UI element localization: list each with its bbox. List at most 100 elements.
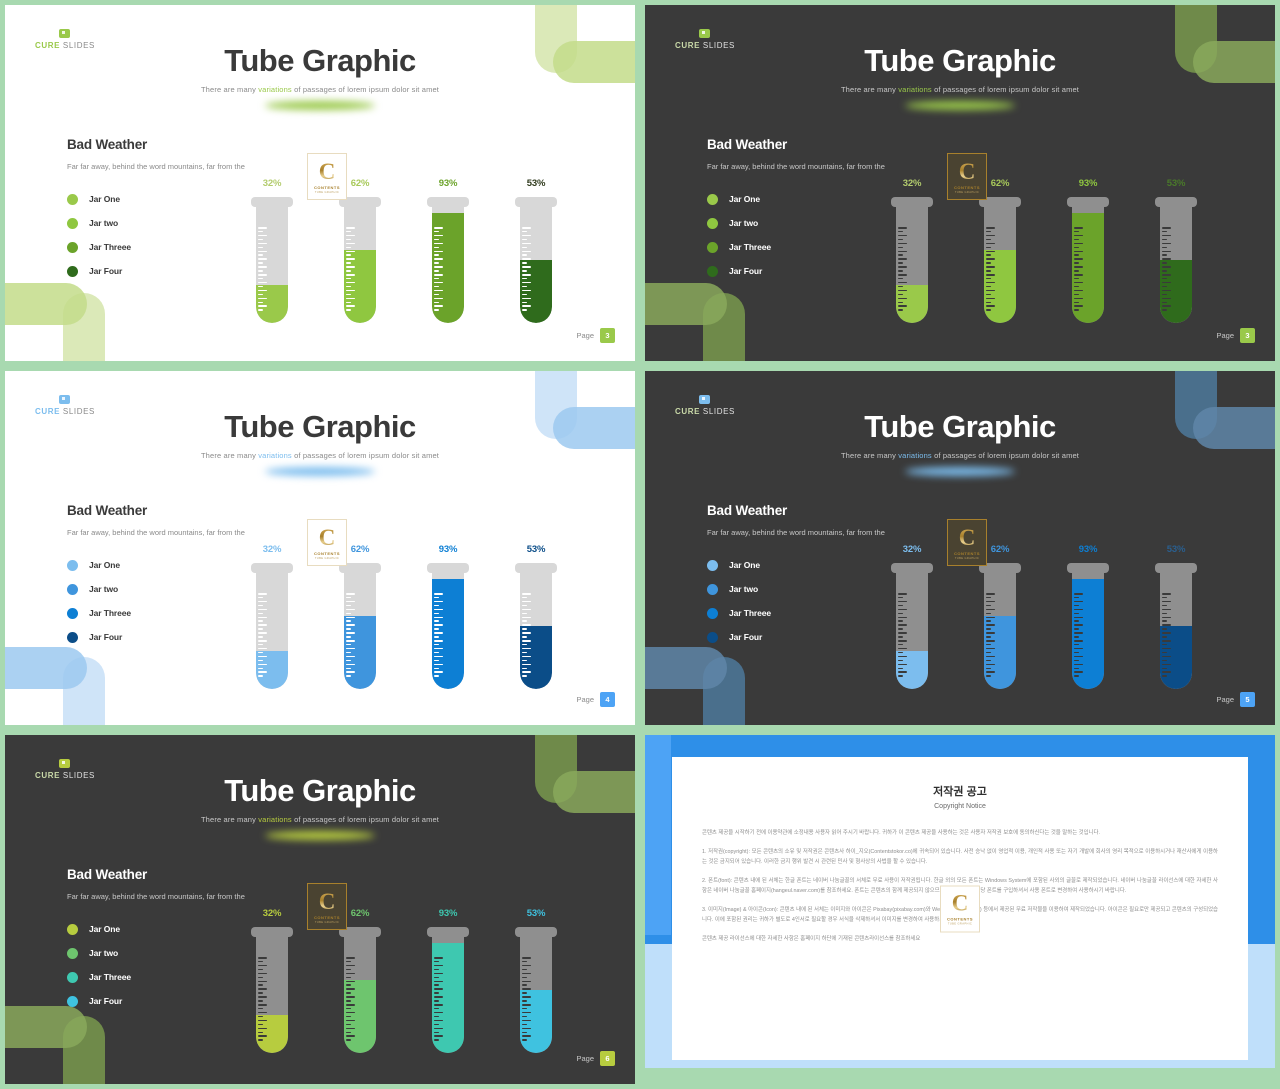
tube-tick: [1162, 250, 1171, 253]
page-subtitle: There are many variations of passages of…: [645, 451, 1275, 460]
tube-tick: [434, 242, 443, 245]
tube-tick: [898, 258, 907, 260]
tube-tick: [1074, 612, 1079, 615]
legend-item[interactable]: Jar Four: [707, 625, 887, 649]
tube-column[interactable]: 93%: [1067, 544, 1109, 689]
tube-tick: [346, 667, 351, 670]
tube-tick: [258, 620, 263, 622]
tube-tick: [986, 309, 991, 311]
legend-item[interactable]: Jar One: [707, 187, 887, 211]
tube-tick: [986, 596, 991, 599]
tube-tick: [898, 293, 903, 296]
tube-column[interactable]: 93%: [427, 178, 469, 323]
page-number-badge[interactable]: 5: [1240, 692, 1255, 707]
slide-slide-multi-dark[interactable]: CURE SLIDES Tube Graphic There are many va…: [0, 730, 640, 1089]
slide-copyright-notice[interactable]: 저작권 공고 Copyright Notice 콘텐츠 제공을 시작하기 전에 이용…: [640, 730, 1280, 1089]
legend-item[interactable]: Jar Threee: [67, 965, 247, 989]
tube-tick: [258, 289, 267, 292]
tube-tick: [986, 663, 995, 666]
legend-item[interactable]: Jar One: [67, 187, 247, 211]
tube-column[interactable]: 53%: [515, 908, 557, 1053]
tube-tick: [434, 647, 443, 650]
tube-tick: [434, 984, 439, 986]
tube-tick: [522, 1019, 531, 1022]
tube-column[interactable]: 32%: [251, 908, 293, 1053]
slide-slide-green-light[interactable]: CURE SLIDES Tube Graphic There are many va…: [0, 0, 640, 366]
tube-column[interactable]: 32%: [891, 178, 933, 323]
page-number-badge[interactable]: 3: [1240, 328, 1255, 343]
tube-tick-marks: [258, 227, 267, 311]
legend-item-label: Jar Threee: [89, 972, 131, 983]
legend-item[interactable]: Jar Threee: [707, 601, 887, 625]
tube-tick: [522, 624, 531, 626]
legend-item[interactable]: Jar Threee: [67, 601, 247, 625]
tube-column[interactable]: 53%: [1155, 178, 1197, 323]
legend-item[interactable]: Jar two: [67, 941, 247, 965]
legend-item[interactable]: Jar Threee: [67, 235, 247, 259]
tube-tick: [522, 297, 531, 300]
tube-tick: [346, 968, 351, 971]
tube-column[interactable]: 93%: [427, 908, 469, 1053]
tube-percent-label: 93%: [438, 544, 458, 555]
legend-item[interactable]: Jar two: [67, 211, 247, 235]
page-subtitle: There are many variations of passages of…: [5, 815, 635, 824]
tube-tick: [346, 647, 355, 650]
panel-description: Far far away, behind the word mountains,…: [707, 162, 885, 171]
tube-column[interactable]: 32%: [251, 544, 293, 689]
tube-tick: [346, 600, 355, 603]
legend-item-label: Jar Four: [729, 632, 763, 643]
legend-item[interactable]: Jar Four: [67, 989, 247, 1013]
tube-tick-marks: [522, 957, 531, 1041]
page-number-badge[interactable]: 6: [600, 1051, 615, 1066]
tube-tick: [346, 293, 351, 296]
tube-tick: [1162, 266, 1171, 268]
tube-tick: [986, 289, 995, 292]
slide-slide-green-dark[interactable]: CURE SLIDES Tube Graphic There are many va…: [640, 0, 1280, 366]
tube-tick: [258, 640, 267, 642]
tube-tick: [346, 281, 355, 284]
page-indicator: Page 3: [576, 328, 615, 343]
slide-slide-blue-light[interactable]: CURE SLIDES Tube Graphic There are many va…: [0, 366, 640, 730]
tube-column[interactable]: 93%: [427, 544, 469, 689]
slide-slide-blue-dark[interactable]: CURE SLIDES Tube Graphic There are many va…: [640, 366, 1280, 730]
tube-tick: [258, 643, 263, 646]
legend-item[interactable]: Jar One: [67, 553, 247, 577]
tube-tick-marks: [258, 957, 267, 1041]
tube-body: [1072, 571, 1104, 689]
legend-item[interactable]: Jar two: [707, 211, 887, 235]
tube-column[interactable]: 93%: [1067, 178, 1109, 323]
legend-item[interactable]: Jar Four: [67, 625, 247, 649]
legend-item[interactable]: Jar One: [67, 917, 247, 941]
tube-tick: [522, 289, 531, 292]
tube-tick: [522, 266, 531, 268]
tube-tick: [986, 616, 995, 619]
tube-tick: [1162, 640, 1171, 642]
page-number-badge[interactable]: 3: [600, 328, 615, 343]
tube-tick: [434, 289, 443, 292]
tube-column[interactable]: 53%: [515, 178, 557, 323]
legend-item[interactable]: Jar two: [67, 577, 247, 601]
tube-tick-marks: [1074, 227, 1083, 311]
page-number-badge[interactable]: 4: [600, 692, 615, 707]
legend-item[interactable]: Jar Threee: [707, 235, 887, 259]
legend-item[interactable]: Jar Four: [707, 259, 887, 283]
legend-item[interactable]: Jar two: [707, 577, 887, 601]
tube-tick: [898, 651, 903, 654]
tube-tick: [346, 628, 351, 630]
legend-item[interactable]: Jar One: [707, 553, 887, 577]
tube-tick: [986, 647, 995, 650]
tube-tick: [346, 960, 351, 963]
tube-tick: [346, 620, 351, 622]
tube-graphic: [251, 927, 293, 1053]
tube-column[interactable]: 32%: [251, 178, 293, 323]
tube-column[interactable]: 53%: [1155, 544, 1197, 689]
tube-tick: [434, 968, 439, 971]
tube-column[interactable]: 32%: [891, 544, 933, 689]
tube-column[interactable]: 53%: [515, 544, 557, 689]
tube-tick: [522, 647, 531, 650]
tube-tick: [898, 305, 907, 307]
tube-tick: [1162, 608, 1171, 611]
legend-item[interactable]: Jar Four: [67, 259, 247, 283]
title-underline-glow: [905, 467, 1015, 476]
tube-tick: [258, 254, 263, 256]
